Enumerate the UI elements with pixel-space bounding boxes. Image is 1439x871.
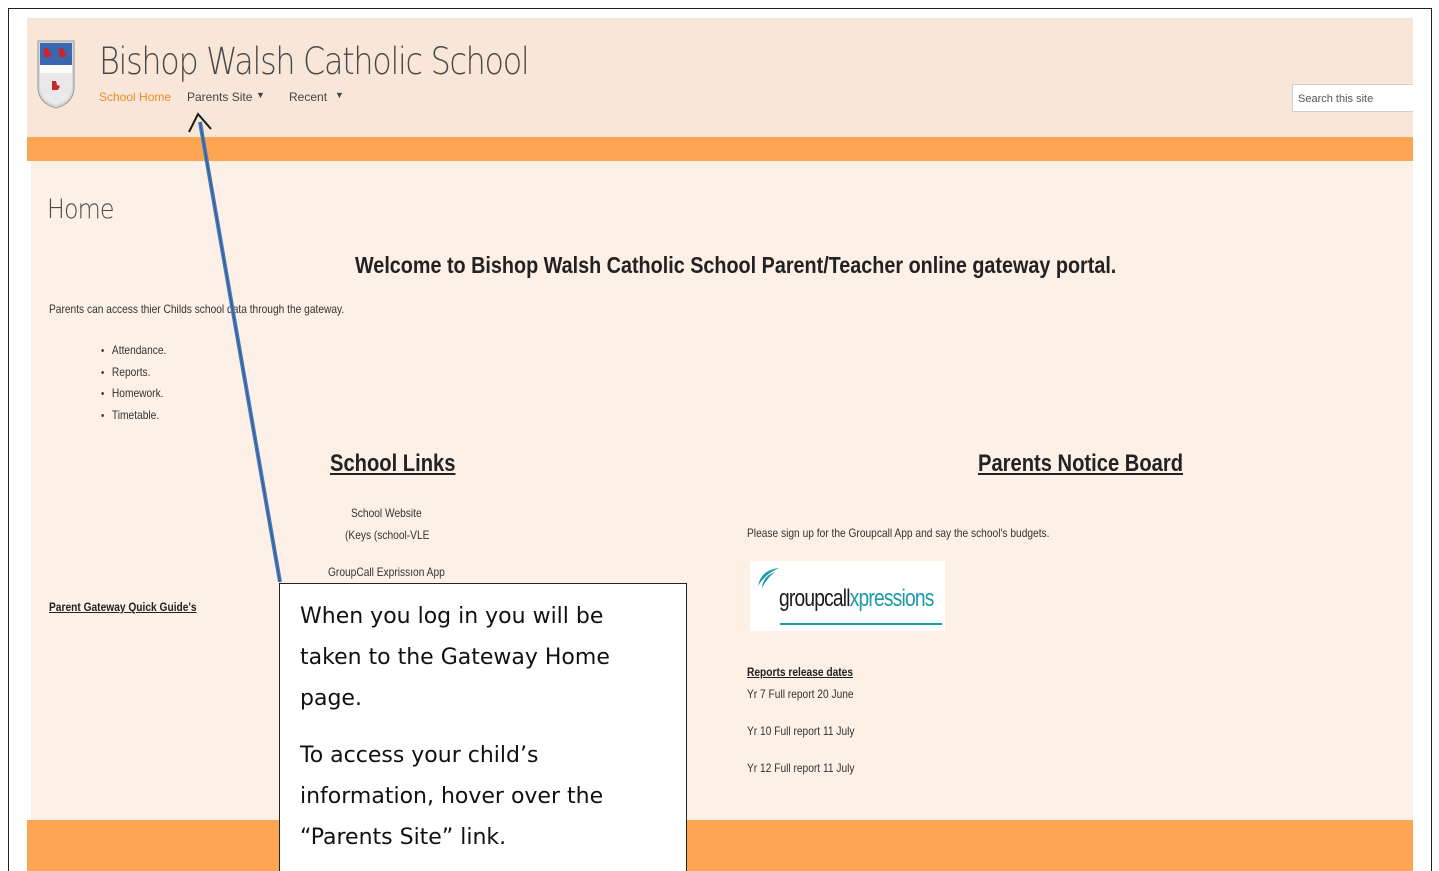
- keys-vle-link[interactable]: (Keys (school-VLE: [345, 528, 429, 542]
- report-date: Yr 12 Full report 11 July: [747, 761, 855, 775]
- parents-dropdown-icon[interactable]: ▼: [256, 90, 265, 100]
- logo-underline: [780, 623, 942, 625]
- list-item: Attendance.: [101, 340, 166, 362]
- site-title[interactable]: Bishop Walsh Catholic School: [99, 40, 530, 83]
- recent-dropdown-icon[interactable]: ▼: [335, 90, 344, 100]
- callout-text-2: To access your child’s information, hove…: [300, 743, 604, 850]
- school-website-link[interactable]: School Website: [351, 506, 422, 520]
- nav-parents-site[interactable]: Parents Site: [187, 90, 252, 104]
- content-edge: [27, 161, 31, 820]
- nav-parents-label: Parents Site: [187, 90, 253, 104]
- list-item: Homework.: [101, 383, 166, 405]
- school-links-heading: School Links: [330, 450, 456, 477]
- feature-list: Attendance. Reports. Homework. Timetable…: [101, 340, 178, 426]
- groupcall-app-link[interactable]: GroupCall Exprissıon App: [328, 565, 445, 579]
- report-date: Yr 7 Full report 20 June: [747, 687, 854, 701]
- notice-text: Please sign up for the Groupcall App and…: [747, 526, 1050, 540]
- notice-board-heading: Parents Notice Board: [978, 450, 1184, 477]
- groupcall-logo-text: groupcallxpressions: [779, 585, 934, 612]
- callout-text-1: When you log in you will be taken to the…: [300, 604, 610, 711]
- list-item: Reports.: [101, 362, 166, 384]
- page-title: Home: [47, 194, 115, 225]
- intro-text: Parents can access thier Childs school d…: [49, 302, 345, 316]
- quick-guide-link[interactable]: Parent Gateway Quick Guide's: [49, 600, 197, 614]
- orange-divider: [27, 137, 1413, 161]
- search-input[interactable]: Search this site: [1292, 84, 1413, 112]
- list-item: Timetable.: [101, 405, 166, 427]
- reports-dates-heading: Reports release dates: [747, 665, 854, 679]
- nav-recent[interactable]: Recent: [289, 90, 327, 104]
- instruction-callout: When you log in you will be taken to the…: [279, 583, 687, 871]
- report-date: Yr 10 Full report 11 July: [747, 724, 855, 738]
- school-crest-icon: [37, 40, 75, 109]
- site-header: Bishop Walsh Catholic School School Home…: [27, 18, 1413, 137]
- nav-school-home[interactable]: School Home: [99, 90, 171, 104]
- welcome-heading: Welcome to Bishop Walsh Catholic School …: [355, 252, 1117, 278]
- groupcall-logo[interactable]: groupcallxpressions: [750, 561, 945, 631]
- sharepoint-site: Bishop Walsh Catholic School School Home…: [27, 18, 1413, 871]
- orange-footer-band: [27, 820, 1413, 871]
